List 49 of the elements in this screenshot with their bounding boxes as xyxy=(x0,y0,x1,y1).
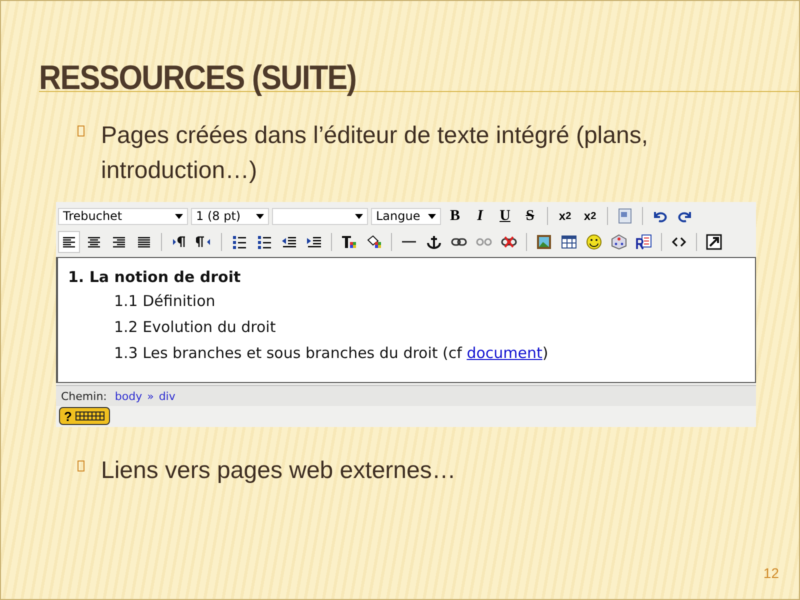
help-button[interactable]: ? xyxy=(59,407,110,425)
bullet-icon xyxy=(77,125,85,137)
dropdown-caret-icon xyxy=(175,214,183,218)
paint-bucket-icon[interactable] xyxy=(366,234,382,250)
dropdown-caret-icon xyxy=(428,214,436,218)
dropdown[interactable]: Langue xyxy=(371,208,441,224)
align-center-icon[interactable] xyxy=(86,234,102,250)
bullet-text: Pages créées dans l’éditeur de texte intégré (plans, introduction…) xyxy=(101,121,649,186)
bullet-text: Liens vers pages web externes… xyxy=(101,456,457,486)
left-to-right-icon[interactable] xyxy=(171,234,187,250)
outline-item: 1.3 Les branches et sous branches du droit (cf document) xyxy=(113,343,550,364)
document-link[interactable]: document xyxy=(466,344,542,362)
dropdown-caret-icon xyxy=(256,214,264,218)
dropdown[interactable]: Trebuchet xyxy=(58,208,188,224)
underline-button[interactable]: U xyxy=(494,205,516,227)
indent-icon[interactable] xyxy=(306,234,322,250)
slide-title: RESSOURCES (SUITE) xyxy=(39,59,356,97)
italic-button[interactable]: I xyxy=(469,205,491,227)
path-link[interactable]: body xyxy=(114,390,142,402)
path-label: Chemin: xyxy=(61,390,107,402)
path-separator: » xyxy=(147,390,154,402)
word-document-icon[interactable] xyxy=(617,208,633,224)
dropdown-caret-icon xyxy=(355,214,363,218)
right-to-left-icon[interactable] xyxy=(196,234,212,250)
dropdown[interactable]: 1 (8 pt) xyxy=(191,208,269,224)
fullscreen-icon[interactable] xyxy=(706,234,722,250)
paste-text-icon[interactable] xyxy=(636,234,652,250)
table-icon[interactable] xyxy=(561,234,577,250)
align-left-icon[interactable] xyxy=(61,234,77,250)
path-link[interactable]: div xyxy=(158,390,176,402)
justify-icon[interactable] xyxy=(136,234,152,250)
outline-item: 1.1 Définition xyxy=(113,291,216,312)
image-icon[interactable] xyxy=(536,234,552,250)
dice-icon[interactable] xyxy=(611,234,627,250)
editor-content[interactable]: 1. La notion de droit 1.1 Définition 1.2 Evolution du droit 1.3 Les branches et sous branches du droit (cf document) xyxy=(56,257,756,383)
bullet-icon xyxy=(77,460,85,472)
heading-text: 1. La notion de droit xyxy=(68,267,242,288)
no-link-icon[interactable] xyxy=(501,234,517,250)
smiley-icon[interactable] xyxy=(586,234,602,250)
outdent-icon[interactable] xyxy=(281,234,297,250)
text-color-icon[interactable] xyxy=(341,234,357,250)
anchor-icon[interactable] xyxy=(426,234,442,250)
bulleted-list-icon[interactable] xyxy=(256,234,272,250)
bold-button[interactable]: B xyxy=(444,205,466,227)
align-right-icon[interactable] xyxy=(111,234,127,250)
strike-button[interactable]: S xyxy=(519,205,541,227)
keyboard-icon xyxy=(74,411,105,421)
page-number: 12 xyxy=(763,565,779,581)
outline-item: 1.2 Evolution du droit xyxy=(113,317,277,338)
